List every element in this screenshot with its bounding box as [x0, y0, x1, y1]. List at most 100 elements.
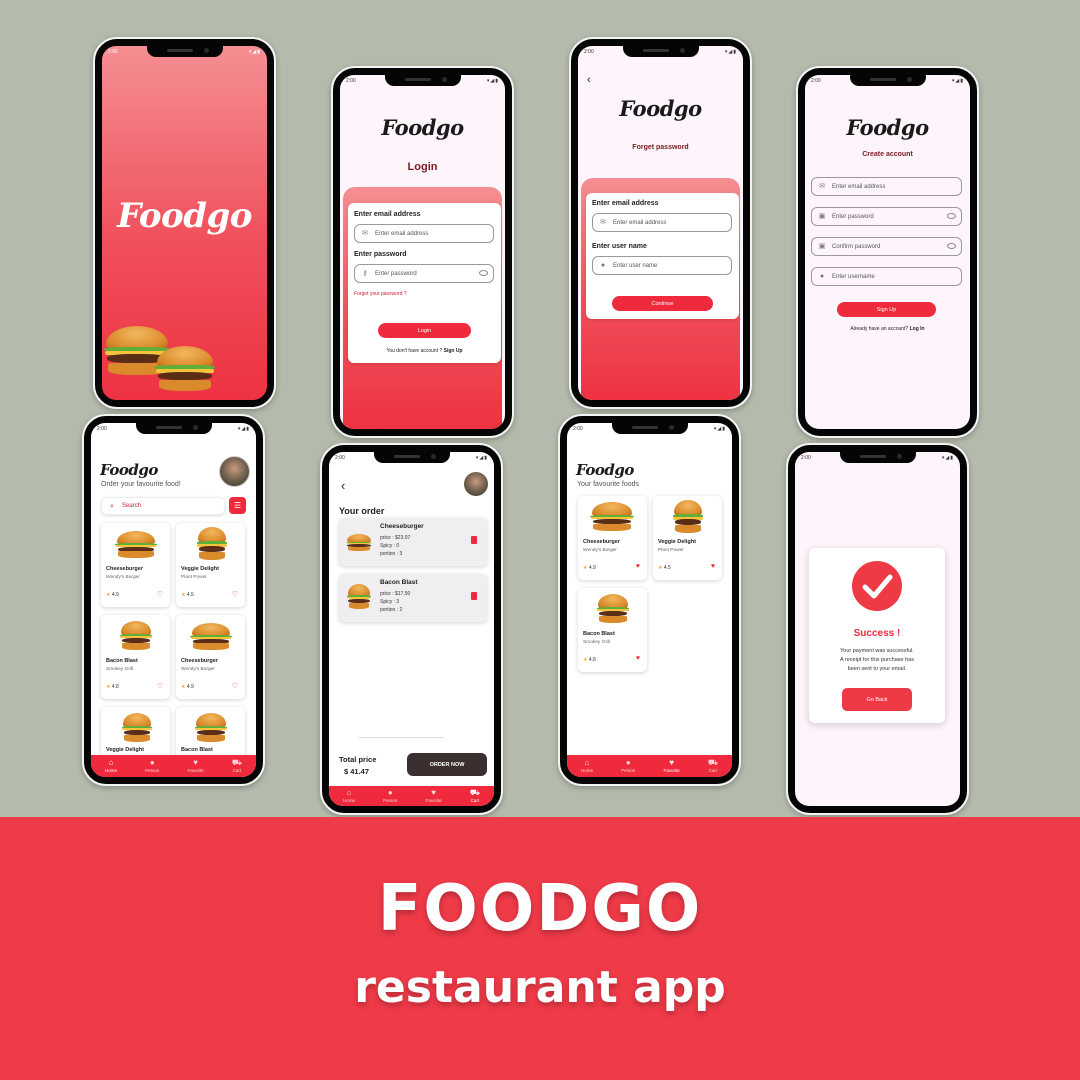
email-field[interactable]: ✉ Enter email address — [354, 224, 494, 243]
banner-title: FOODGO — [377, 872, 703, 946]
order-now-button[interactable]: ORDER NOW — [407, 753, 487, 776]
login-link[interactable]: Log In — [910, 326, 925, 332]
burger-image — [346, 534, 372, 552]
food-card[interactable]: Veggie Delight Plant Power ★ 4.5 ♡ — [176, 523, 245, 607]
app-logo: Foodgo — [100, 461, 158, 479]
person-icon: ● — [600, 262, 606, 269]
food-card[interactable]: Cheeseburger Wendy's Burger ★ 4.9 ♡ — [101, 523, 170, 607]
cart-icon: ⛟ — [469, 788, 480, 797]
email-field[interactable]: ✉ Enter email address — [811, 177, 962, 196]
cart-icon: ⛟ — [707, 758, 718, 767]
back-arrow-icon[interactable]: ‹ — [341, 478, 345, 493]
food-card[interactable]: Bacon Blast Smokey Grill ★ 4.8 ♡ — [101, 615, 170, 699]
phone-notch — [849, 75, 926, 86]
page-title: Create account — [862, 151, 913, 158]
phone-forget-password: 2:00 ▾◢▮ ‹ Foodgo Forget password Enter e… — [569, 37, 752, 409]
phone-notch — [135, 423, 212, 434]
app-logo: Foodgo — [117, 196, 252, 236]
avatar[interactable] — [464, 472, 488, 496]
success-screen: 2:00 ▾◢▮ Success ! Your payment was succe… — [795, 452, 960, 806]
email-field[interactable]: ✉ Enter email address — [592, 213, 732, 232]
password-field[interactable]: ⚷ Enter password — [354, 264, 494, 283]
burger-image — [115, 531, 157, 559]
burger-image — [154, 346, 216, 392]
signup-link[interactable]: Sign Up — [444, 348, 463, 354]
bottom-nav: ⌂ Home ● Person ♥ Favorite ⛟ Cart — [567, 755, 732, 777]
nav-cart[interactable]: ⛟ Cart — [469, 788, 480, 804]
nav-person[interactable]: ● Person — [383, 789, 397, 804]
phone-notch — [146, 46, 223, 57]
food-card[interactable]: Cheeseburger Wendy's Burger ★ 4.9 ♡ — [176, 615, 245, 699]
order-screen: 2:00 ▾◢▮ ‹ Your order Cheeseburger price … — [329, 452, 494, 806]
heart-icon: ♥ — [669, 758, 675, 767]
person-icon: ● — [149, 758, 155, 767]
phone-home: 2:00 ▾◢▮ Foodgo Order your favourite food… — [82, 414, 265, 786]
home-icon: ⌂ — [584, 758, 590, 767]
phone-notch — [373, 452, 450, 463]
food-card[interactable]: Bacon Blast Smokey Grill ★ 4.8 ♥ — [578, 588, 647, 672]
key-icon: ⚷ — [362, 270, 368, 277]
burger-image — [590, 502, 634, 532]
heart-outline-icon[interactable]: ♡ — [232, 682, 238, 690]
forgot-password-link[interactable]: Forget your password ? — [354, 291, 407, 297]
heart-outline-icon[interactable]: ♡ — [157, 682, 163, 690]
nav-home[interactable]: ⌂ Home — [105, 759, 117, 774]
nav-favorite[interactable]: ♥ Favorite — [188, 758, 204, 774]
login-button[interactable]: Login — [378, 323, 471, 338]
star-icon: ★ — [658, 565, 663, 571]
eye-off-icon[interactable] — [947, 243, 956, 249]
heart-filled-icon[interactable]: ♥ — [711, 563, 715, 570]
total-label: Total price — [339, 755, 377, 764]
star-icon: ★ — [106, 592, 111, 598]
nav-cart[interactable]: ⛟ Cart — [707, 758, 718, 774]
phone-splash: 2:00 ▾◢▮ Foodgo — [93, 37, 276, 409]
food-card[interactable]: Veggie Delight Plant Power ★ 4.5 ♥ — [653, 496, 722, 580]
forget-card: Enter email address ✉ Enter email addres… — [586, 193, 739, 319]
burger-image — [190, 623, 232, 651]
eye-icon[interactable] — [479, 270, 488, 276]
trash-icon[interactable] — [471, 592, 477, 600]
password-field[interactable]: ▣ Enter password — [811, 207, 962, 226]
star-icon: ★ — [106, 684, 111, 690]
go-back-button[interactable]: Go Back — [842, 688, 912, 711]
nav-favorite[interactable]: ♥ Favorite — [664, 758, 680, 774]
divider — [359, 737, 444, 738]
nav-favorite[interactable]: ♥ Favorite — [426, 788, 442, 804]
login-screen: 2:00 ▾◢▮ Foodgo Login Enter email address… — [340, 75, 505, 429]
nav-home[interactable]: ⌂ Home — [343, 789, 355, 804]
nav-person[interactable]: ● Person — [621, 759, 635, 774]
bottom-nav: ⌂ Home ● Person ♥ Favorite ⛟ Cart — [91, 755, 256, 777]
heart-filled-icon[interactable]: ♥ — [636, 563, 640, 570]
eye-off-icon[interactable] — [947, 213, 956, 219]
order-item[interactable]: Bacon Blast price : $17.50 Spicy : 3 por… — [339, 574, 487, 622]
nav-cart[interactable]: ⛟ Cart — [231, 758, 242, 774]
avatar[interactable] — [219, 456, 250, 487]
trash-icon[interactable] — [471, 536, 477, 544]
no-account-text: You don't have account ? Sign Up — [386, 348, 463, 354]
back-arrow-icon[interactable]: ‹ — [587, 74, 591, 86]
mail-icon: ✉ — [819, 183, 825, 190]
heart-icon: ♥ — [193, 758, 199, 767]
confirm-password-field[interactable]: ▣ Confirm password — [811, 237, 962, 256]
username-field[interactable]: ● Enter user name — [592, 256, 732, 275]
search-input[interactable]: ⌕ Search — [101, 497, 225, 515]
filter-button[interactable]: ☰ — [229, 497, 246, 514]
heart-icon: ♥ — [431, 788, 437, 797]
phone-login: 2:00 ▾◢▮ Foodgo Login Enter email address… — [331, 66, 514, 438]
signup-button[interactable]: Sign Up — [837, 302, 936, 317]
nav-person[interactable]: ● Person — [145, 758, 159, 774]
order-item[interactable]: Cheeseburger price : $23.97 Spicy : 0 po… — [339, 518, 487, 566]
star-icon: ★ — [583, 657, 588, 663]
heart-filled-icon[interactable]: ♥ — [636, 655, 640, 662]
star-icon: ★ — [583, 565, 588, 571]
home-screen: 2:00 ▾◢▮ Foodgo Order your favourite food… — [91, 423, 256, 777]
favourites-subtitle: Your favourite foods — [577, 481, 640, 488]
heart-outline-icon[interactable]: ♡ — [157, 590, 163, 598]
cart-icon: ⛟ — [231, 758, 242, 767]
phone-signup: 2:00 ▾◢▮ Foodgo Create account ✉ Enter em… — [796, 66, 979, 438]
nav-home[interactable]: ⌂ Home — [581, 758, 593, 774]
continue-button[interactable]: Continue — [612, 296, 713, 311]
food-card[interactable]: Cheeseburger Wendy's Burger ★ 4.9 ♥ — [578, 496, 647, 580]
username-field[interactable]: ● Enter username — [811, 267, 962, 286]
heart-outline-icon[interactable]: ♡ — [232, 590, 238, 598]
